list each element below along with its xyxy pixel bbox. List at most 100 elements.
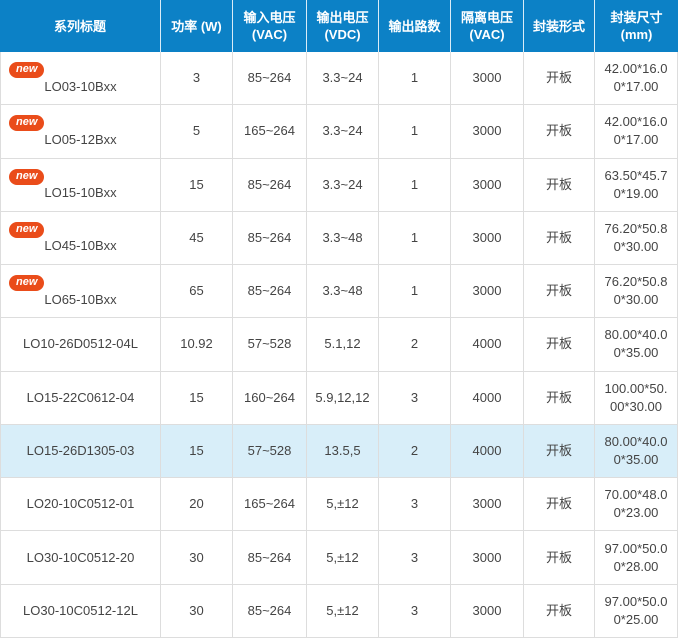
- new-badge: new: [9, 222, 44, 238]
- table-row: LO15-26D1305-031557~52813.5,524000开板80.0…: [1, 425, 677, 478]
- header-cell-output_channels: 输出路数: [379, 0, 451, 52]
- isolation-voltage-cell: 3000: [451, 531, 524, 583]
- power-cell: 10.92: [161, 318, 233, 370]
- input-voltage-cell: 85~264: [233, 531, 307, 583]
- table-row: newLO05-12Bxx5165~2643.3~2413000开板42.00*…: [1, 105, 677, 158]
- isolation-voltage-cell: 4000: [451, 318, 524, 370]
- package-form-cell: 开板: [524, 478, 595, 530]
- series-cell: LO20-10C0512-01: [1, 478, 161, 530]
- series-name-link[interactable]: LO45-10Bxx: [44, 237, 116, 255]
- table-row: LO30-10C0512-12L3085~2645,±1233000开板97.0…: [1, 585, 677, 638]
- series-name-link[interactable]: LO10-26D0512-04L: [23, 335, 138, 353]
- output-channels-cell: 1: [379, 52, 451, 104]
- package-size-cell: 97.00*50.00*25.00: [595, 585, 677, 637]
- output-channels-cell: 3: [379, 531, 451, 583]
- table-row: newLO15-10Bxx1585~2643.3~2413000开板63.50*…: [1, 159, 677, 212]
- input-voltage-cell: 165~264: [233, 105, 307, 157]
- header-cell-power: 功率 (W): [161, 0, 233, 52]
- new-badge: new: [9, 115, 44, 131]
- package-form-cell: 开板: [524, 52, 595, 104]
- series-cell: newLO03-10Bxx: [1, 52, 161, 104]
- header-cell-output_voltage: 输出电压(VDC): [307, 0, 379, 52]
- package-size-cell: 42.00*16.00*17.00: [595, 52, 677, 104]
- series-name-link[interactable]: LO03-10Bxx: [44, 78, 116, 96]
- output-channels-cell: 1: [379, 265, 451, 317]
- new-badge: new: [9, 62, 44, 78]
- input-voltage-cell: 85~264: [233, 52, 307, 104]
- input-voltage-cell: 85~264: [233, 265, 307, 317]
- isolation-voltage-cell: 4000: [451, 372, 524, 424]
- power-cell: 15: [161, 372, 233, 424]
- series-name-link[interactable]: LO05-12Bxx: [44, 131, 116, 149]
- output-voltage-cell: 5,±12: [307, 585, 379, 637]
- table-header: 系列标题功率 (W)输入电压(VAC)输出电压(VDC)输出路数隔离电压(VAC…: [0, 0, 678, 52]
- output-voltage-cell: 3.3~48: [307, 265, 379, 317]
- power-cell: 45: [161, 212, 233, 264]
- input-voltage-cell: 165~264: [233, 478, 307, 530]
- header-cell-input_voltage: 输入电压(VAC): [233, 0, 307, 52]
- power-cell: 65: [161, 265, 233, 317]
- output-voltage-cell: 13.5,5: [307, 425, 379, 477]
- series-name-link[interactable]: LO15-26D1305-03: [27, 442, 135, 460]
- table-body: newLO03-10Bxx385~2643.3~2413000开板42.00*1…: [0, 52, 678, 638]
- series-cell: LO10-26D0512-04L: [1, 318, 161, 370]
- output-channels-cell: 1: [379, 105, 451, 157]
- table-row: LO20-10C0512-0120165~2645,±1233000开板70.0…: [1, 478, 677, 531]
- table-row: newLO65-10Bxx6585~2643.3~4813000开板76.20*…: [1, 265, 677, 318]
- header-cell-package_size: 封装尺寸(mm): [595, 0, 678, 52]
- isolation-voltage-cell: 3000: [451, 265, 524, 317]
- package-form-cell: 开板: [524, 105, 595, 157]
- output-voltage-cell: 3.3~24: [307, 159, 379, 211]
- package-size-cell: 97.00*50.00*28.00: [595, 531, 677, 583]
- package-size-cell: 76.20*50.80*30.00: [595, 265, 677, 317]
- input-voltage-cell: 160~264: [233, 372, 307, 424]
- series-cell: LO30-10C0512-12L: [1, 585, 161, 637]
- isolation-voltage-cell: 3000: [451, 105, 524, 157]
- package-size-cell: 63.50*45.70*19.00: [595, 159, 677, 211]
- input-voltage-cell: 57~528: [233, 425, 307, 477]
- new-badge: new: [9, 275, 44, 291]
- header-cell-series: 系列标题: [0, 0, 161, 52]
- table-row: newLO45-10Bxx4585~2643.3~4813000开板76.20*…: [1, 212, 677, 265]
- isolation-voltage-cell: 3000: [451, 159, 524, 211]
- series-name-link[interactable]: LO30-10C0512-20: [27, 549, 135, 567]
- package-size-cell: 100.00*50.00*30.00: [595, 372, 677, 424]
- output-voltage-cell: 5,±12: [307, 478, 379, 530]
- input-voltage-cell: 57~528: [233, 318, 307, 370]
- isolation-voltage-cell: 3000: [451, 478, 524, 530]
- series-name-link[interactable]: LO15-22C0612-04: [27, 389, 135, 407]
- series-name-link[interactable]: LO20-10C0512-01: [27, 495, 135, 513]
- output-voltage-cell: 3.3~24: [307, 52, 379, 104]
- power-cell: 5: [161, 105, 233, 157]
- power-cell: 30: [161, 585, 233, 637]
- package-size-cell: 76.20*50.80*30.00: [595, 212, 677, 264]
- package-form-cell: 开板: [524, 531, 595, 583]
- series-name-link[interactable]: LO15-10Bxx: [44, 184, 116, 202]
- series-cell: newLO45-10Bxx: [1, 212, 161, 264]
- series-cell: LO30-10C0512-20: [1, 531, 161, 583]
- table-row: newLO03-10Bxx385~2643.3~2413000开板42.00*1…: [1, 52, 677, 105]
- series-name-link[interactable]: LO65-10Bxx: [44, 291, 116, 309]
- package-form-cell: 开板: [524, 265, 595, 317]
- output-voltage-cell: 3.3~48: [307, 212, 379, 264]
- power-cell: 15: [161, 425, 233, 477]
- series-cell: LO15-26D1305-03: [1, 425, 161, 477]
- power-cell: 20: [161, 478, 233, 530]
- series-cell: newLO05-12Bxx: [1, 105, 161, 157]
- output-voltage-cell: 5,±12: [307, 531, 379, 583]
- series-name-link[interactable]: LO30-10C0512-12L: [23, 602, 138, 620]
- package-size-cell: 70.00*48.00*23.00: [595, 478, 677, 530]
- series-cell: newLO65-10Bxx: [1, 265, 161, 317]
- input-voltage-cell: 85~264: [233, 585, 307, 637]
- input-voltage-cell: 85~264: [233, 212, 307, 264]
- table-row: LO15-22C0612-0415160~2645.9,12,1234000开板…: [1, 372, 677, 425]
- new-badge: new: [9, 169, 44, 185]
- power-cell: 30: [161, 531, 233, 583]
- output-channels-cell: 1: [379, 212, 451, 264]
- output-channels-cell: 2: [379, 425, 451, 477]
- output-voltage-cell: 5.1,12: [307, 318, 379, 370]
- table-row: LO10-26D0512-04L10.9257~5285.1,1224000开板…: [1, 318, 677, 371]
- package-form-cell: 开板: [524, 159, 595, 211]
- output-channels-cell: 3: [379, 372, 451, 424]
- output-channels-cell: 2: [379, 318, 451, 370]
